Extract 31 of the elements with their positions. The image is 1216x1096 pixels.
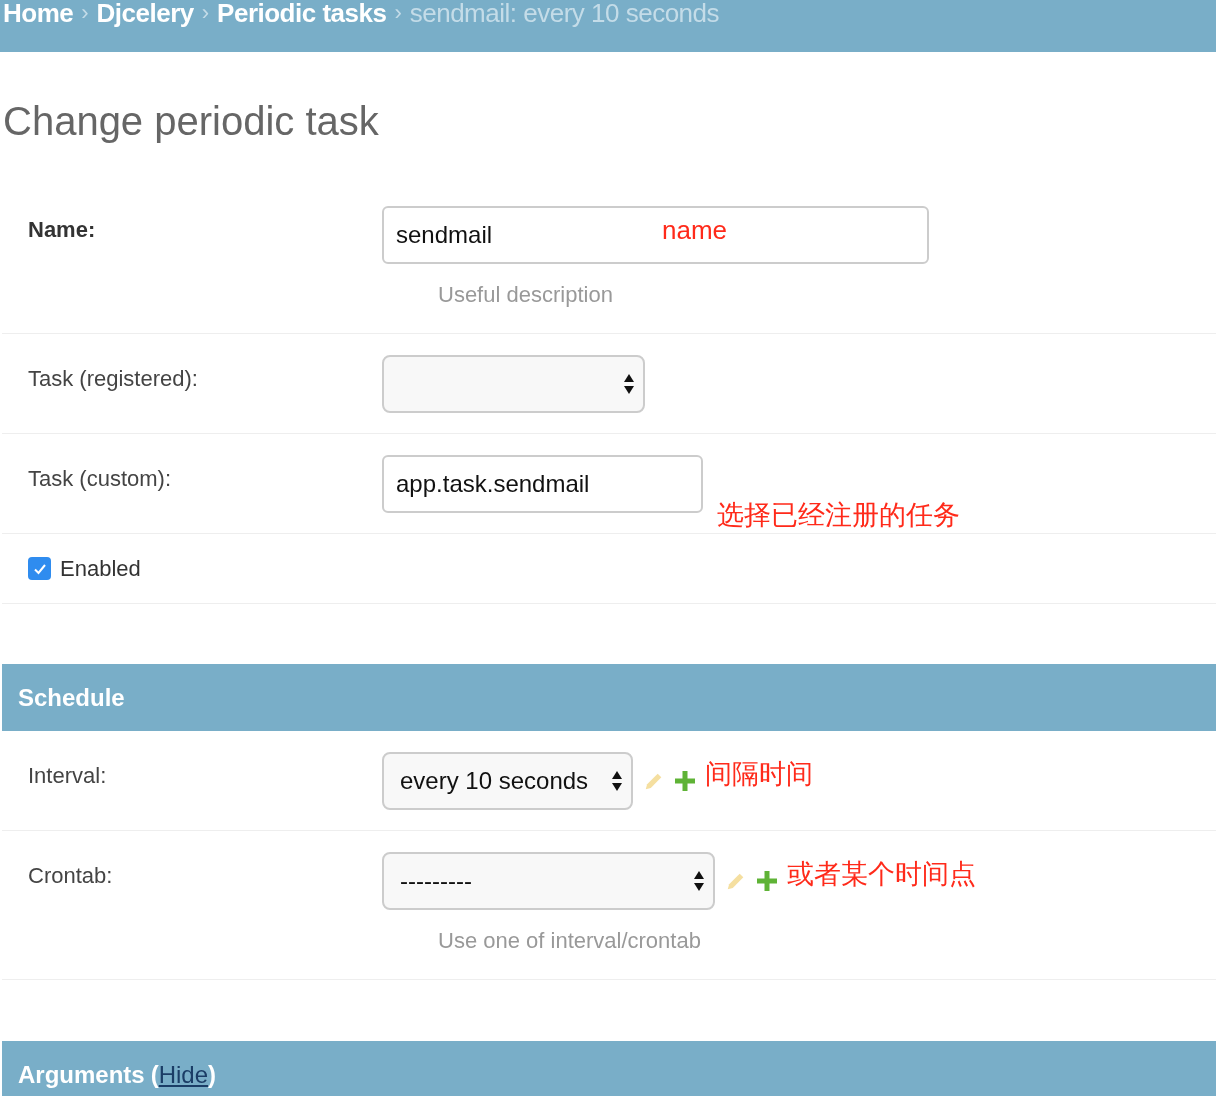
- toggle-text: (Hide): [150, 1059, 217, 1090]
- annotation-text: name: [662, 214, 728, 247]
- annotation-text: 或者某个时间点: [787, 857, 976, 891]
- select-dropdown[interactable]: ---------: [382, 852, 715, 910]
- plus-icon[interactable]: [757, 871, 777, 891]
- breadcrumb-current: sendmail: every 10 seconds: [409, 0, 720, 30]
- field-label: Task (registered):: [27, 365, 199, 393]
- section-title: Arguments: [18, 1059, 145, 1090]
- breadcrumb-separator: ›: [201, 0, 210, 27]
- page-title: Change periodic task: [2, 98, 380, 145]
- field-label: Task (custom):: [27, 465, 173, 493]
- select-dropdown[interactable]: every 10 seconds: [382, 752, 633, 810]
- sort-arrows-icon: [611, 769, 623, 793]
- checkbox-label: Enabled: [60, 555, 141, 583]
- breadcrumb-separator: ›: [394, 0, 402, 27]
- section-title: Schedule: [18, 682, 125, 713]
- field-label: Crontab:: [27, 862, 114, 890]
- field-label: Interval:: [27, 762, 108, 790]
- hide-link[interactable]: Hide: [158, 1060, 209, 1088]
- field-label: Name:: [27, 216, 97, 244]
- select-dropdown[interactable]: [382, 355, 645, 413]
- sort-arrows-icon: [693, 869, 705, 893]
- plus-icon[interactable]: [675, 771, 695, 791]
- help-text: Useful description: [437, 281, 614, 309]
- text-input[interactable]: app.task.sendmail: [382, 455, 703, 513]
- sort-arrows-icon: [623, 372, 635, 396]
- breadcrumb-separator: ›: [81, 0, 89, 27]
- annotation-text: 间隔时间: [705, 757, 813, 791]
- checkbox[interactable]: [28, 557, 51, 580]
- annotation-text: 选择已经注册的任务: [717, 498, 960, 532]
- help-text: Use one of interval/crontab: [437, 927, 702, 955]
